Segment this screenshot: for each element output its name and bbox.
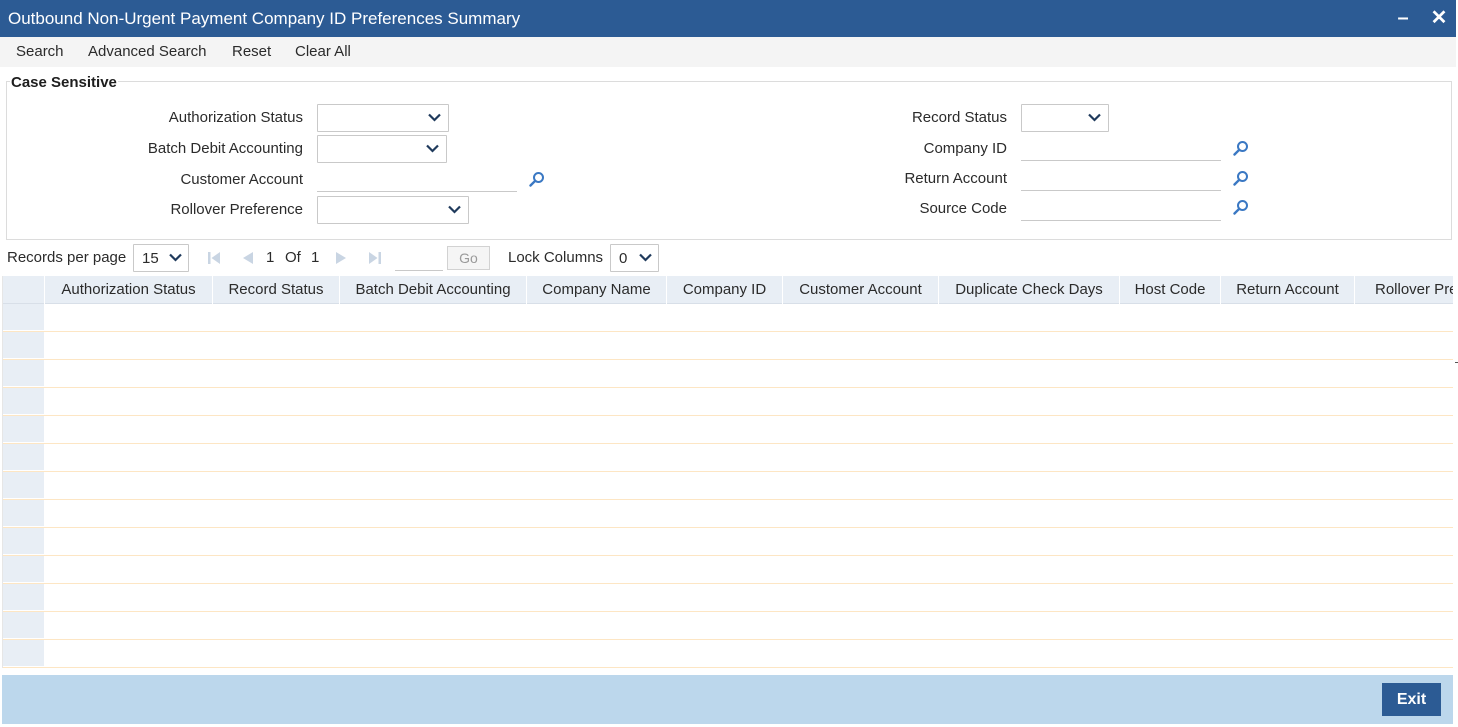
column-header-company-id[interactable]: Company ID bbox=[667, 276, 783, 304]
lock-columns-label: Lock Columns bbox=[508, 249, 604, 266]
clear-all-menu-item[interactable]: Clear All bbox=[295, 43, 351, 60]
column-header-customer-account[interactable]: Customer Account bbox=[783, 276, 939, 304]
column-header-duplicate-check-days[interactable]: Duplicate Check Days bbox=[939, 276, 1120, 304]
minimize-icon[interactable]: – bbox=[1392, 6, 1414, 30]
records-per-page-label: Records per page bbox=[7, 249, 127, 266]
table-row[interactable] bbox=[3, 612, 1453, 640]
table-row[interactable] bbox=[3, 416, 1453, 444]
chevron-down-icon bbox=[428, 113, 441, 122]
table-row[interactable] bbox=[3, 584, 1453, 612]
case-sensitive-legend: Case Sensitive bbox=[10, 74, 118, 91]
record-status-select[interactable] bbox=[1021, 104, 1109, 132]
search-menu-item[interactable]: Search bbox=[16, 43, 64, 60]
chevron-down-icon bbox=[1088, 113, 1101, 122]
table-row[interactable] bbox=[3, 388, 1453, 416]
search-icon[interactable] bbox=[529, 171, 545, 187]
customer-account-input[interactable] bbox=[317, 166, 517, 192]
row-selector[interactable] bbox=[3, 584, 44, 611]
exit-button[interactable]: Exit bbox=[1382, 683, 1441, 716]
row-selector[interactable] bbox=[3, 444, 44, 471]
column-header-batch-debit-accounting[interactable]: Batch Debit Accounting bbox=[340, 276, 527, 304]
of-label: Of bbox=[285, 249, 301, 266]
current-page: 1 bbox=[266, 249, 275, 266]
batch-debit-accounting-label: Batch Debit Accounting bbox=[147, 140, 303, 157]
window-title: Outbound Non-Urgent Payment Company ID P… bbox=[8, 9, 521, 28]
column-header-host-code[interactable]: Host Code bbox=[1120, 276, 1221, 304]
row-selector[interactable] bbox=[3, 304, 44, 331]
table-row[interactable] bbox=[3, 360, 1453, 388]
menu-bar: Search Advanced Search Reset Clear All bbox=[0, 37, 1456, 67]
row-selector[interactable] bbox=[3, 360, 44, 387]
company-id-input[interactable] bbox=[1021, 135, 1221, 161]
row-selector[interactable] bbox=[3, 612, 44, 639]
return-account-label: Return Account bbox=[904, 170, 1007, 187]
window-title-bar: Outbound Non-Urgent Payment Company ID P… bbox=[0, 0, 1456, 37]
chevron-down-icon bbox=[169, 253, 182, 262]
grid-rows bbox=[3, 304, 1453, 668]
row-selector[interactable] bbox=[3, 500, 44, 527]
table-row[interactable] bbox=[3, 472, 1453, 500]
go-button[interactable]: Go bbox=[447, 246, 490, 270]
row-selector[interactable] bbox=[3, 556, 44, 583]
last-page-icon[interactable] bbox=[368, 251, 382, 265]
search-icon[interactable] bbox=[1233, 140, 1249, 156]
lock-columns-select[interactable]: 0 bbox=[610, 244, 659, 272]
search-icon[interactable] bbox=[1233, 170, 1249, 186]
batch-debit-accounting-select[interactable] bbox=[317, 135, 447, 163]
rollover-preference-label: Rollover Preference bbox=[170, 201, 303, 218]
records-per-page-value: 15 bbox=[142, 250, 159, 267]
rollover-preference-select[interactable] bbox=[317, 196, 469, 224]
customer-account-label: Customer Account bbox=[180, 171, 303, 188]
chevron-down-icon bbox=[448, 205, 461, 214]
source-code-label: Source Code bbox=[919, 200, 1007, 217]
authorization-status-label: Authorization Status bbox=[168, 109, 303, 126]
goto-page-input[interactable] bbox=[395, 245, 443, 271]
chevron-down-icon bbox=[426, 144, 439, 153]
row-selector[interactable] bbox=[3, 416, 44, 443]
table-row[interactable] bbox=[3, 556, 1453, 584]
row-selector[interactable] bbox=[3, 640, 44, 667]
search-icon[interactable] bbox=[1233, 199, 1249, 215]
table-row[interactable] bbox=[3, 500, 1453, 528]
next-page-icon[interactable] bbox=[334, 251, 348, 265]
row-selector[interactable] bbox=[3, 472, 44, 499]
first-page-icon[interactable] bbox=[207, 251, 221, 265]
row-selector[interactable] bbox=[3, 528, 44, 555]
authorization-status-select[interactable] bbox=[317, 104, 449, 132]
row-selector[interactable] bbox=[3, 388, 44, 415]
previous-page-icon[interactable] bbox=[241, 251, 255, 265]
column-header-authorization-status[interactable]: Authorization Status bbox=[45, 276, 213, 304]
lock-columns-value: 0 bbox=[619, 250, 628, 267]
chevron-down-icon bbox=[639, 253, 652, 262]
source-code-input[interactable] bbox=[1021, 195, 1221, 221]
column-header-return-account[interactable]: Return Account bbox=[1221, 276, 1355, 304]
table-row[interactable] bbox=[3, 528, 1453, 556]
records-per-page-select[interactable]: 15 bbox=[133, 244, 189, 272]
total-pages: 1 bbox=[311, 249, 320, 266]
table-row[interactable] bbox=[3, 304, 1453, 332]
column-header-company-name[interactable]: Company Name bbox=[527, 276, 667, 304]
record-status-label: Record Status bbox=[911, 109, 1007, 126]
grid-header: Authorization Status Record Status Batch… bbox=[3, 276, 1453, 304]
advanced-search-menu-item[interactable]: Advanced Search bbox=[88, 43, 206, 60]
column-header-rollover-preference[interactable]: Rollover Preference bbox=[1355, 276, 1453, 304]
footer-bar: Exit bbox=[2, 675, 1453, 724]
table-row[interactable] bbox=[3, 332, 1453, 360]
table-row[interactable] bbox=[3, 444, 1453, 472]
close-icon[interactable]: ✕ bbox=[1428, 6, 1450, 30]
results-grid: Authorization Status Record Status Batch… bbox=[2, 276, 1453, 668]
company-id-label: Company ID bbox=[923, 140, 1007, 157]
table-row[interactable] bbox=[3, 640, 1453, 668]
select-all-column-header[interactable] bbox=[3, 276, 45, 304]
return-account-input[interactable] bbox=[1021, 165, 1221, 191]
column-header-record-status[interactable]: Record Status bbox=[213, 276, 340, 304]
row-selector[interactable] bbox=[3, 332, 44, 359]
reset-menu-item[interactable]: Reset bbox=[232, 43, 271, 60]
